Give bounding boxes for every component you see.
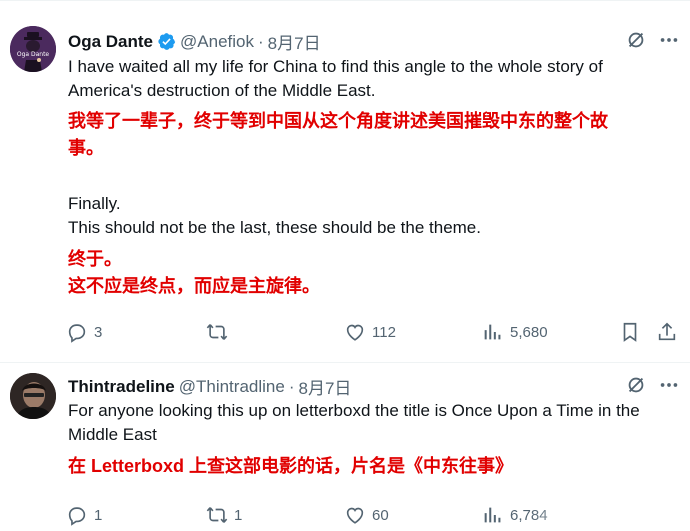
like-count: 60 <box>372 506 389 524</box>
tweet-header: Thintradeline @Thintradline · 8月7日 <box>68 374 351 399</box>
tweet-text-line: America's destruction of the Middle East… <box>68 81 376 100</box>
avatar-text: Oga Dante <box>17 51 50 58</box>
timestamp[interactable]: 8月7日 <box>268 29 321 54</box>
separator-dot: · <box>288 376 295 396</box>
handle[interactable]: @Anefiok <box>180 32 254 52</box>
display-name[interactable]: Thintradeline <box>68 377 175 397</box>
repost-count: 1 <box>234 506 243 524</box>
tweet[interactable]: Oga Dante Oga Dante @Anefiok · 8月7日 I ha… <box>0 0 690 362</box>
separator-dot: · <box>258 31 264 51</box>
more-icon[interactable] <box>658 29 680 51</box>
tweet-text-2: Finally. This should not be the last, th… <box>68 192 680 240</box>
avatar[interactable] <box>10 373 56 419</box>
repost-icon <box>206 507 228 523</box>
reply-button[interactable]: 1 <box>66 503 102 527</box>
translation-line: 在 Letterboxd 上查这部电影的话，片名是《中东往事》 <box>68 456 514 476</box>
translation-text-2: 终于。 这不应是终点，而应是主旋律。 <box>68 246 680 300</box>
verified-badge-icon <box>158 33 176 50</box>
like-icon <box>346 507 364 524</box>
share-icon <box>658 322 676 341</box>
repost-button[interactable] <box>206 320 234 344</box>
display-name[interactable]: Oga Dante <box>68 32 153 52</box>
tweet-text-line: This should not be the last, these shoul… <box>68 218 481 237</box>
translation-line: 我等了一辈子，终于等到中国从这个角度讲述美国摧毁中东的整个故 <box>68 111 608 131</box>
reply-icon <box>68 324 86 343</box>
grok-icon[interactable] <box>625 29 647 51</box>
translation-line: 事。 <box>68 138 104 158</box>
translation-text: 在 Letterboxd 上查这部电影的话，片名是《中东往事》 <box>68 453 680 480</box>
like-icon <box>346 324 364 341</box>
tweet-header: Oga Dante @Anefiok · 8月7日 <box>68 29 321 54</box>
like-button[interactable]: 60 <box>344 503 389 527</box>
translation-text: 我等了一辈子，终于等到中国从这个角度讲述美国摧毁中东的整个故 事。 <box>68 108 680 162</box>
bookmark-icon <box>623 322 637 342</box>
repost-button[interactable]: 1 <box>206 503 242 527</box>
watermark-fade <box>530 491 690 531</box>
timestamp[interactable]: 8月7日 <box>299 374 352 399</box>
tweet-text-line: Finally. <box>68 194 121 213</box>
reply-button[interactable]: 3 <box>66 320 102 344</box>
like-button[interactable]: 112 <box>344 320 396 344</box>
view-count: 5,680 <box>510 323 548 341</box>
views-icon <box>484 507 501 523</box>
reply-count: 3 <box>94 323 103 341</box>
more-icon[interactable] <box>658 374 680 396</box>
tweet-text: For anyone looking this up on letterboxd… <box>68 399 680 447</box>
action-bar: 3 112 5,680 <box>66 320 686 344</box>
bookmark-button[interactable] <box>619 320 641 344</box>
views-button[interactable]: 5,680 <box>482 320 548 344</box>
grok-icon[interactable] <box>625 374 647 396</box>
translation-line: 终于。 <box>68 249 122 269</box>
reply-icon <box>68 507 86 526</box>
like-count: 112 <box>372 323 396 341</box>
tweet-text-line: Middle East <box>68 425 157 444</box>
avatar[interactable]: Oga Dante <box>10 26 56 72</box>
share-button[interactable] <box>656 320 678 344</box>
tweet-text: I have waited all my life for China to f… <box>68 55 680 103</box>
repost-icon <box>206 324 228 340</box>
reply-count: 1 <box>94 506 103 524</box>
handle[interactable]: @Thintradline <box>179 377 285 397</box>
views-icon <box>484 324 501 340</box>
translation-line: 这不应是终点，而应是主旋律。 <box>68 276 320 296</box>
tweet-text-line: I have waited all my life for China to f… <box>68 57 603 76</box>
tweet-text-line: For anyone looking this up on letterboxd… <box>68 401 640 420</box>
